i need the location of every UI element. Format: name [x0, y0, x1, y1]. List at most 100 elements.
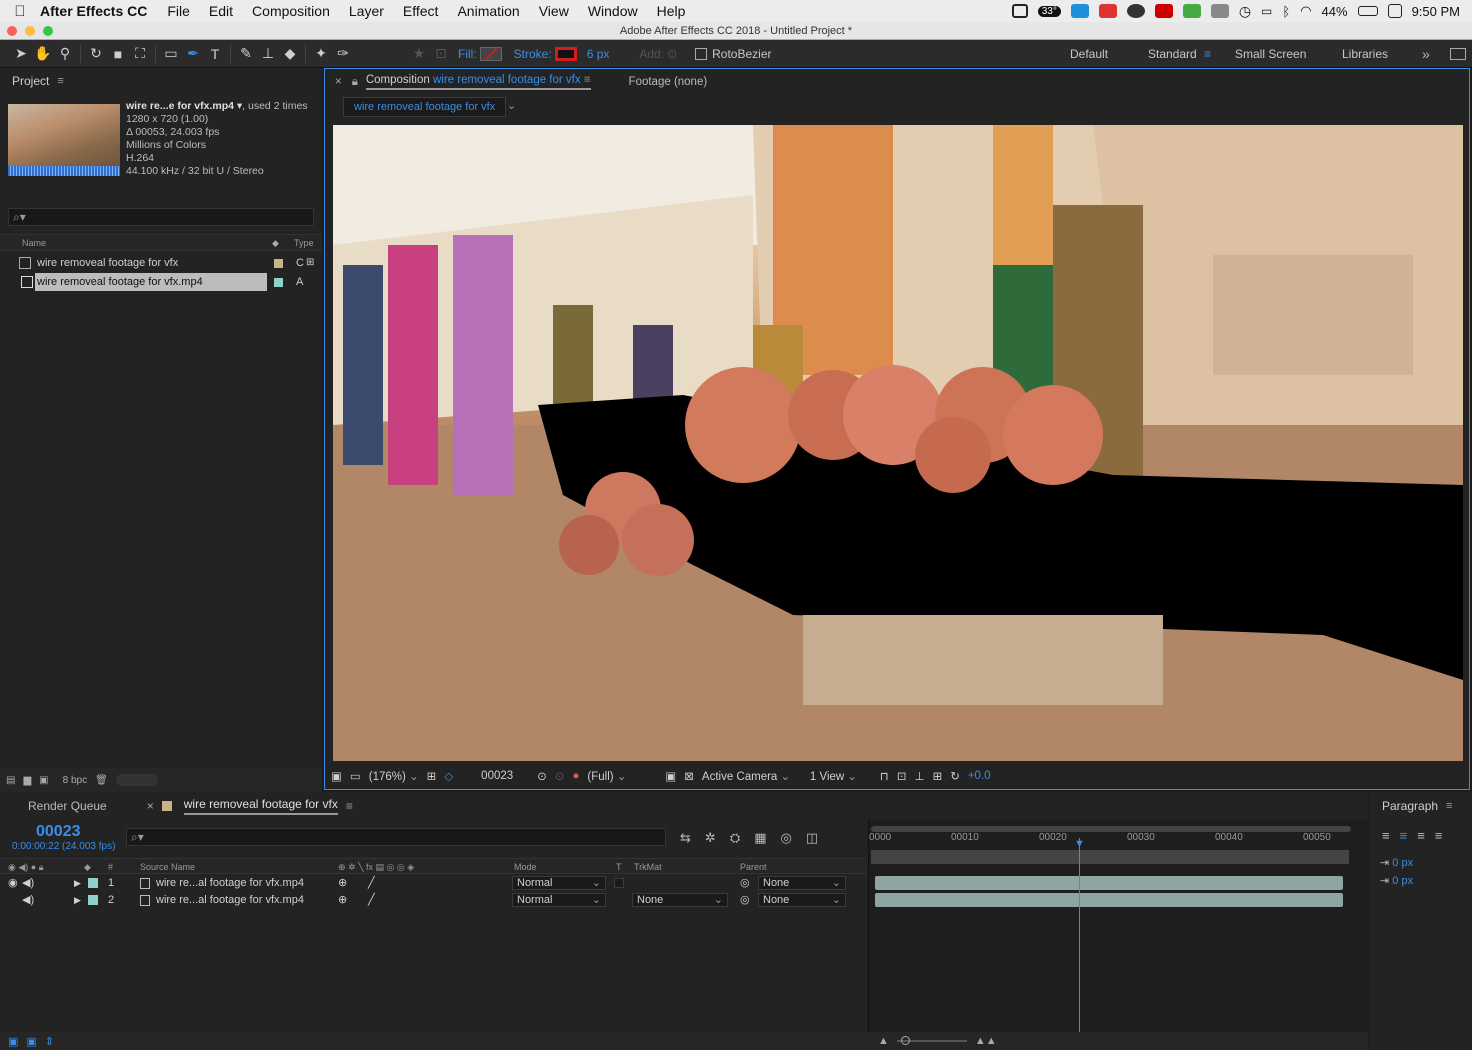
exposure-value[interactable]: +0.0 [968, 770, 991, 782]
interpret-footage-icon[interactable]: ▤ [6, 775, 15, 786]
current-time-indicator[interactable] [1079, 838, 1080, 1050]
monitor-icon[interactable] [1182, 4, 1201, 18]
timeline-search-input[interactable]: ⌕▾ [126, 828, 666, 846]
color-channel-icon[interactable]: ● [572, 770, 579, 782]
label-column-icon[interactable]: ◆ [84, 859, 91, 875]
composition-navigator-tab[interactable]: wire removeal footage for vfx [343, 97, 507, 117]
work-area-span[interactable] [871, 850, 1349, 864]
close-tab-icon[interactable]: × [335, 76, 342, 88]
workspace-libraries[interactable]: Libraries [1342, 47, 1388, 61]
calendar-icon[interactable] [1387, 4, 1402, 18]
align-center-icon[interactable]: ≡ [1400, 828, 1408, 843]
layer-name[interactable]: wire re...al footage for vfx.mp4 [156, 875, 304, 892]
quality-switch-icon[interactable]: ╱ [368, 892, 375, 909]
airplay-display-icon[interactable]: ▭ [1261, 4, 1272, 18]
layer-row[interactable]: ◀) ▶ 2 wire re...al footage for vfx.mp4 … [0, 892, 866, 909]
pickwhip-icon[interactable]: ◎ [740, 875, 750, 892]
tab-composition[interactable]: Composition wire removeal footage for vf… [365, 74, 591, 90]
hide-shy-layers-icon[interactable]: ⛭ [730, 830, 740, 846]
zoom-out-icon[interactable]: ▲ [878, 1035, 889, 1047]
fit-icon[interactable]: ⊞ [427, 769, 437, 783]
tab-footage[interactable]: Footage (none) [629, 76, 708, 88]
parent-dropdown[interactable]: None ⌄ [758, 876, 846, 890]
wifi-icon[interactable]: ◠ [1300, 3, 1311, 19]
column-type[interactable]: Type [294, 235, 314, 251]
mask-visibility-icon[interactable]: ◇ [444, 769, 453, 783]
snapshot-icon[interactable]: ⊙ [537, 769, 547, 783]
project-item[interactable]: wire removeal footage for vfx.mp4 A [0, 273, 322, 291]
transfer-controls-toggle-icon[interactable]: ▣ [26, 1035, 36, 1048]
app-tray-icon[interactable] [1098, 4, 1117, 18]
roto-brush-tool-icon[interactable]: ✦ [310, 43, 332, 65]
clock[interactable]: 9:50 PM [1412, 4, 1460, 19]
display-icon[interactable]: ▭ [350, 769, 361, 783]
blend-mode-dropdown[interactable]: Normal ⌄ [512, 876, 606, 890]
menu-layer[interactable]: Layer [349, 3, 384, 19]
workspace-small-screen[interactable]: Small Screen [1235, 47, 1306, 61]
footage-name[interactable]: wire re...e for vfx.mp4 [126, 100, 234, 112]
menu-effect[interactable]: Effect [403, 3, 439, 19]
align-right-icon[interactable]: ≡ [1417, 828, 1425, 843]
rotobezier-checkbox[interactable] [695, 47, 708, 60]
app-menu[interactable]: After Effects CC [40, 3, 147, 19]
region-of-interest-icon[interactable]: ▣ [665, 769, 676, 783]
motion-blur-icon[interactable]: ◎ [781, 830, 792, 846]
workspace-default[interactable]: Default [1070, 47, 1108, 61]
display-icon[interactable] [1210, 4, 1229, 18]
paragraph-panel-title[interactable]: Paragraph [1382, 799, 1438, 813]
draft-3d-icon[interactable]: ✲ [705, 830, 716, 846]
frame-blending-icon[interactable]: ▦ [754, 830, 766, 846]
audio-toggle-icon[interactable]: ◀) [22, 875, 34, 892]
project-search-input[interactable]: ⌕▾ [8, 208, 314, 226]
new-folder-icon[interactable]: ▆ [23, 775, 31, 786]
bluetooth-icon[interactable]: ᛒ [1282, 4, 1290, 19]
column-mode[interactable]: Mode [514, 859, 537, 875]
fill-swatch[interactable] [479, 46, 502, 61]
more-workspaces-button[interactable]: » [1422, 46, 1430, 62]
column-name[interactable]: Name [22, 235, 46, 251]
composition-viewer[interactable] [333, 125, 1463, 761]
type-tool-icon[interactable]: T [204, 43, 226, 65]
layer-row[interactable]: ◉ ◀) ▶ 1 wire re...al footage for vfx.mp… [0, 875, 866, 892]
zoom-in-icon[interactable]: ▲▲ [975, 1035, 997, 1047]
pickwhip-icon[interactable]: ◎ [740, 892, 750, 909]
column-preserve-transparency[interactable]: T [616, 859, 622, 875]
zoom-slider[interactable] [896, 1036, 967, 1045]
rectangle-tool-icon[interactable]: ▭ [160, 43, 182, 65]
fast-previews-icon[interactable]: ⊡ [897, 769, 907, 783]
column-trkmat[interactable]: TrkMat [634, 859, 662, 875]
timeline-graph-area[interactable]: 0000 00010 00020 00030 00040 00050 ▼ [868, 820, 1368, 1050]
navigator-dropdown-icon[interactable]: ⌄ [507, 99, 516, 112]
track-matte-dropdown[interactable]: None ⌄ [632, 893, 728, 907]
menu-file[interactable]: File [167, 3, 190, 19]
brush-tool-icon[interactable]: ✎ [235, 43, 257, 65]
preview-icon[interactable]: ▣ [331, 769, 342, 783]
layer-label-swatch[interactable] [88, 895, 98, 905]
space-before-value[interactable]: 0 px [1392, 875, 1413, 887]
pan-behind-tool-icon[interactable]: ⛶ [129, 43, 151, 65]
panel-menu-icon[interactable]: ≡ [346, 799, 353, 813]
in-out-toggle-icon[interactable]: ⇕ [45, 1035, 54, 1048]
expand-arrow-icon[interactable]: ▶ [74, 892, 81, 909]
thumbnail-slider[interactable] [115, 774, 158, 786]
flowchart-icon[interactable]: ⊞ [306, 254, 314, 272]
show-snapshot-icon[interactable]: ⊙ [555, 769, 565, 783]
layer-duration-bar[interactable] [875, 876, 1343, 890]
fill-label[interactable]: Fill: [458, 47, 477, 61]
menu-animation[interactable]: Animation [457, 3, 519, 19]
panel-menu-icon[interactable]: ≡ [1446, 800, 1452, 812]
project-item[interactable]: wire removeal footage for vfx C ⊞ [0, 254, 322, 272]
tab-timeline[interactable]: wire removeal footage for vfx [183, 797, 338, 815]
shy-switch-icon[interactable]: ⊕ [338, 892, 347, 909]
bit-depth-button[interactable]: 8 bpc [63, 775, 87, 786]
video-toggle-icon[interactable]: ◉ [8, 875, 18, 892]
timeline-icon[interactable]: ⊥ [915, 769, 925, 783]
selection-tool-icon[interactable]: ➤ [10, 43, 32, 65]
time-ruler[interactable]: 0000 00010 00020 00030 00040 00050 [869, 832, 1369, 850]
project-panel-title[interactable]: Project [12, 74, 49, 88]
preserve-transparency-checkbox[interactable] [614, 878, 624, 888]
menu-edit[interactable]: Edit [209, 3, 233, 19]
weather-badge[interactable]: 33° [1037, 5, 1061, 17]
apple-icon[interactable]:  [0, 3, 40, 20]
expand-arrow-icon[interactable]: ▶ [74, 875, 81, 892]
